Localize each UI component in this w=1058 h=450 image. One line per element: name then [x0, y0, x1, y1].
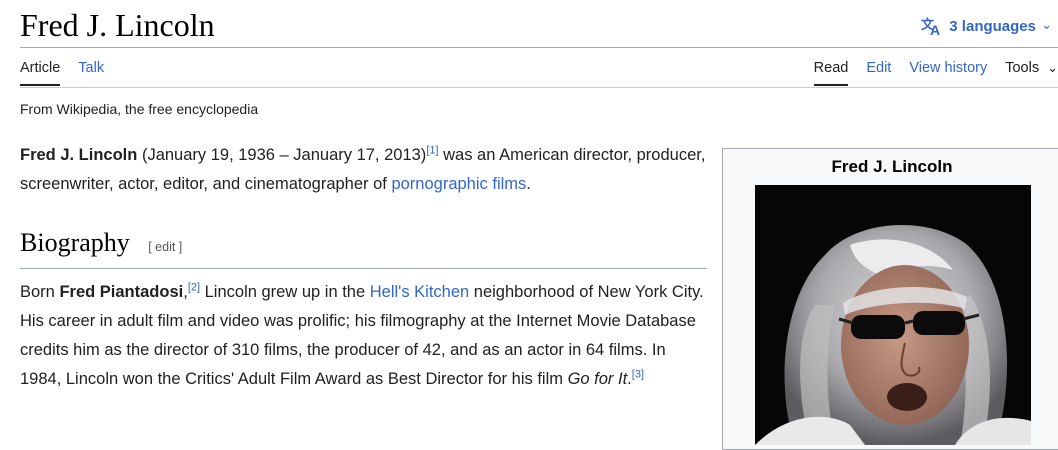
view-tabs: Read Edit View history Tools ⌄ — [813, 60, 1058, 86]
pornographic-films-link[interactable]: pornographic films — [391, 175, 526, 193]
language-selector[interactable]: 文 A 3 languages ⌄ — [921, 16, 1052, 36]
portrait-illustration — [755, 185, 1031, 445]
tools-menu[interactable]: Tools ⌄ — [1005, 60, 1058, 86]
section-edit-link[interactable]: [ edit ] — [148, 240, 182, 254]
chevron-down-icon: ⌄ — [1047, 60, 1058, 75]
reference-2-link[interactable]: [2] — [188, 282, 200, 294]
birth-name: Fred Piantadosi — [59, 283, 184, 301]
portrait-image[interactable] — [755, 185, 1031, 445]
subject-name: Fred J. Lincoln — [20, 146, 138, 164]
hells-kitchen-link[interactable]: Hell's Kitchen — [370, 283, 469, 301]
intro-paragraph: Fred J. Lincoln (January 19, 1936 – Janu… — [20, 141, 710, 199]
namespace-tabs: Article Talk — [20, 60, 104, 86]
svg-text:A: A — [930, 22, 940, 36]
tabs-divider — [20, 87, 1058, 88]
tab-article[interactable]: Article — [20, 60, 61, 86]
translate-icon: 文 A — [921, 17, 940, 36]
bio-text-born: Born — [20, 283, 60, 301]
section-heading-biography: Biography [ edit ] — [20, 228, 707, 269]
reference-3-link[interactable]: [3] — [632, 369, 644, 381]
reference-1-link[interactable]: [1] — [426, 145, 438, 157]
bio-text: Lincoln grew up in the — [200, 283, 370, 301]
life-dates: (January 19, 1936 – January 17, 2013) — [137, 146, 427, 164]
tab-view-history[interactable]: View history — [909, 60, 987, 86]
intro-end: . — [526, 175, 531, 193]
tab-read[interactable]: Read — [813, 60, 848, 86]
page-title: Fred J. Lincoln — [20, 7, 215, 43]
language-count: 3 languages — [949, 17, 1036, 35]
tab-talk[interactable]: Talk — [78, 60, 104, 86]
tools-label: Tools — [1005, 60, 1040, 76]
infobox-title: Fred J. Lincoln — [831, 157, 953, 176]
title-divider — [20, 47, 1058, 48]
biography-paragraph: Born Fred Piantadosi,[2] Lincoln grew up… — [20, 278, 710, 394]
section-title: Biography — [20, 228, 130, 257]
chevron-down-icon: ⌄ — [1041, 17, 1052, 32]
site-tagline: From Wikipedia, the free encyclopedia — [20, 101, 259, 117]
tab-edit[interactable]: Edit — [866, 60, 891, 86]
infobox: Fred J. Lincoln — [722, 148, 1058, 450]
film-title: Go for It — [567, 370, 628, 388]
